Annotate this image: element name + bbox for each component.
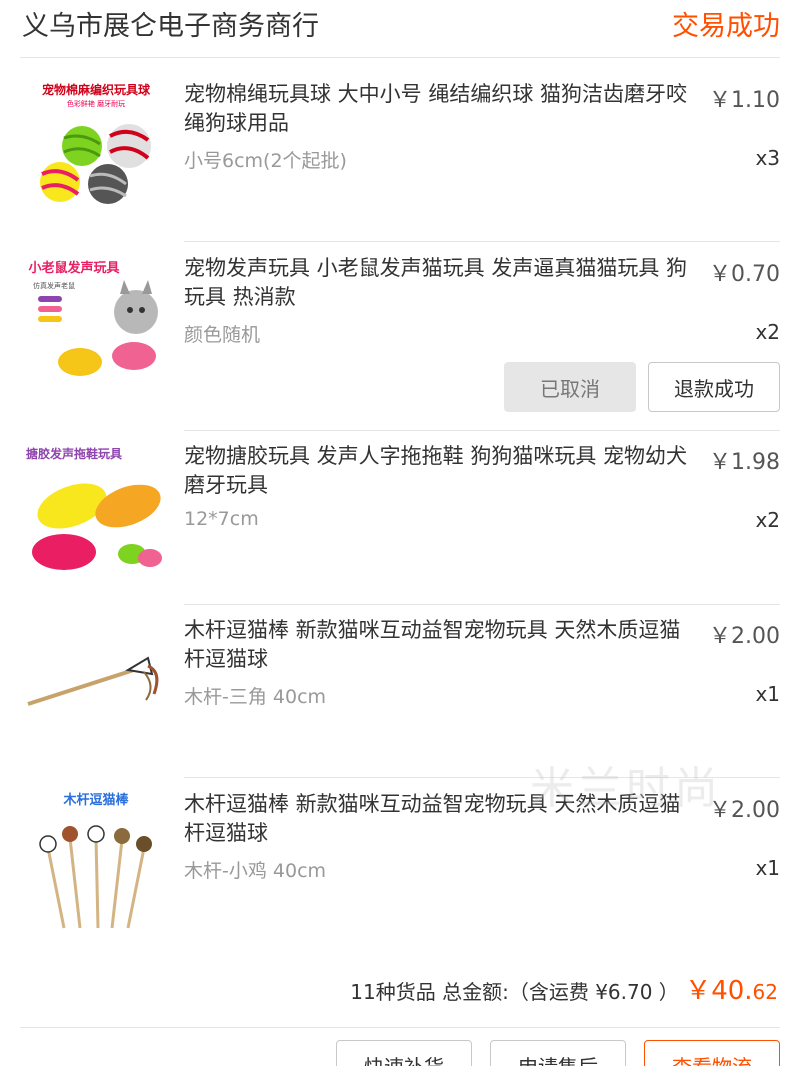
order-total: 11种货品 总金额:（含运费 ¥6.70 ） ￥40.62 [350,970,778,1007]
view-logistics-button[interactable]: 查看物流 [644,1040,780,1066]
bottom-divider [20,1027,780,1028]
item-title[interactable]: 宠物棉绳玩具球 大中小号 绳结编织球 猫狗洁齿磨牙咬绳狗球用品 [184,80,694,138]
item-price: ￥2.00 [709,624,780,649]
item-qty: x2 [755,508,780,532]
item-qty: x1 [755,856,780,880]
product-thumbnail[interactable]: 木杆逗猫棒 [24,788,168,932]
total-amount: 40. [711,976,753,1006]
item-sku: 12*7cm [184,508,259,530]
item-divider [184,241,780,242]
total-label: 11种货品 总金额:（含运费 ¥6.70 ） [350,980,679,1004]
thumb-caption: 小老鼠发声玩具 [28,260,119,276]
order-header: 义乌市展仑电子商务商行 交易成功 [0,0,800,58]
total-currency: ￥ [685,976,712,1006]
item-price: ￥1.10 [709,88,780,113]
header-divider [20,57,780,58]
item-title[interactable]: 宠物发声玩具 小老鼠发声猫玩具 发声逼真猫猫玩具 狗玩具 热消款 [184,254,694,312]
item-divider [184,604,780,605]
item-price: ￥0.70 [709,262,780,287]
product-thumbnail[interactable] [24,614,168,758]
item-title[interactable]: 木杆逗猫棒 新款猫咪互动益智宠物玩具 天然木质逗猫杆逗猫球 [184,616,694,674]
cancelled-button[interactable]: 已取消 [504,362,636,412]
item-divider [184,430,780,431]
item-price: ￥1.98 [709,450,780,475]
product-thumbnail[interactable]: 宠物棉麻编织玩具球 色彩鲜艳 磨牙耐玩 [24,74,168,218]
item-sku: 颜色随机 [184,324,261,346]
shop-name[interactable]: 义乌市展仑电子商务商行 [22,4,319,43]
item-sku: 小号6cm(2个起批) [184,150,347,172]
item-qty: x2 [755,320,780,344]
after-sales-button[interactable]: 申请售后 [490,1040,626,1066]
item-qty: x1 [755,682,780,706]
order-status: 交易成功 [672,11,780,42]
total-cents: 62 [752,980,778,1004]
item-sku: 木杆-小鸡 40cm [184,860,327,882]
reorder-button[interactable]: 快速补货 [336,1040,472,1066]
thumb-caption: 木杆逗猫棒 [62,792,129,808]
product-thumbnail[interactable]: 小老鼠发声玩具 仿真发声老鼠 [24,252,168,396]
watermark: 米兰时尚 [530,763,722,814]
item-sku: 木杆-三角 40cm [184,686,327,708]
thumb-caption: 搪胶发声拖鞋玩具 [26,446,122,461]
thumb-subcaption: 仿真发声老鼠 [33,281,75,290]
product-thumbnail[interactable]: 搪胶发声拖鞋玩具 [24,440,168,584]
thumb-caption: 宠物棉麻编织玩具球 [42,82,151,97]
refund-success-button[interactable]: 退款成功 [648,362,780,412]
item-title[interactable]: 宠物搪胶玩具 发声人字拖拖鞋 狗狗猫咪玩具 宠物幼犬磨牙玩具 [184,442,694,500]
item-qty: x3 [755,146,780,170]
thumb-subcaption: 色彩鲜艳 磨牙耐玩 [67,99,125,108]
